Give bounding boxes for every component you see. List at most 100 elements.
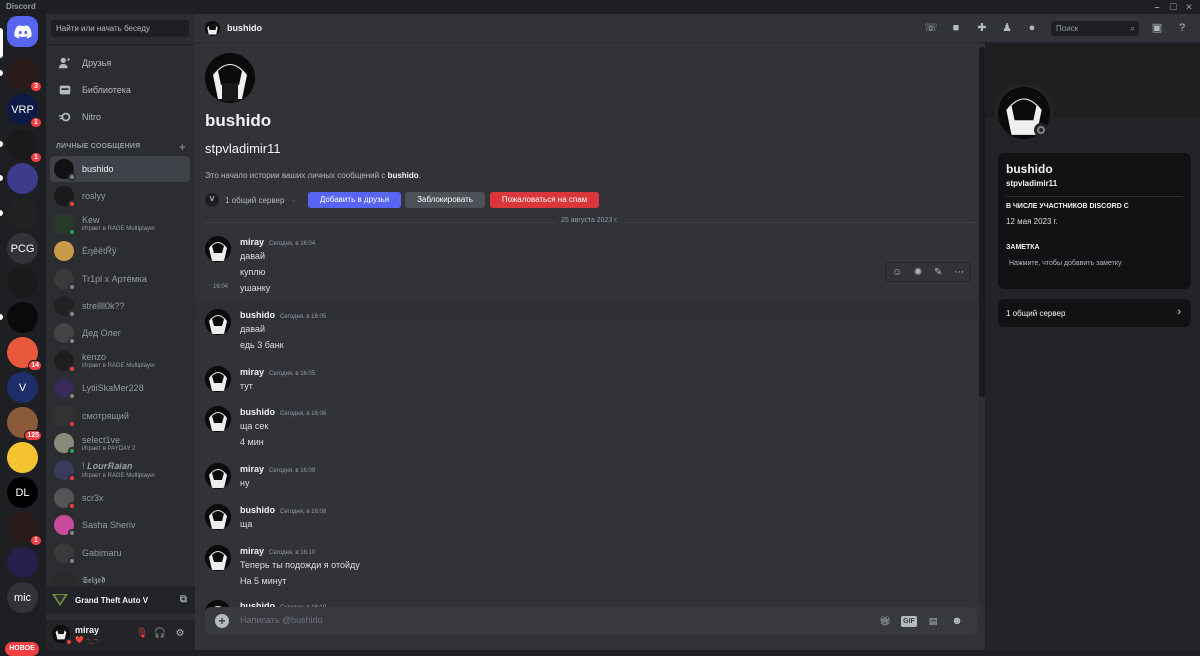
add-friend-button[interactable]: Добавить в друзья (308, 192, 401, 208)
message-author[interactable]: bushido (240, 407, 275, 417)
pinned-messages-icon[interactable]: ✚ (975, 21, 989, 35)
dm-item[interactable]: roslyy (50, 183, 190, 209)
dm-item[interactable]: LytiiSkaMer228 (50, 375, 190, 401)
message-author[interactable]: miray (240, 464, 264, 474)
dm-item[interactable]: strellll0k?? (50, 293, 190, 319)
dm-item[interactable]: scr3x (50, 485, 190, 511)
dm-item[interactable]: ! 𝑳𝒐𝒖𝒓𝑹𝒂𝒊𝒂𝒏 Играет в RAGE Multiplayer (50, 457, 190, 483)
mutual-servers-link[interactable]: V 1 общий сервер • (205, 193, 295, 207)
server-icon[interactable]: PCG (7, 233, 38, 264)
server-icon[interactable] (7, 442, 38, 473)
note-input[interactable]: Нажмите, чтобы добавить заметку (1009, 260, 1122, 267)
dm-item[interactable]: Kew Играет в RAGE Multiplayer (50, 211, 190, 237)
nav-nitro[interactable]: Nitro (51, 105, 190, 129)
settings-gear-icon[interactable]: ⚙ (173, 628, 187, 642)
edit-icon[interactable]: ✎ (934, 267, 942, 278)
server-icon[interactable] (7, 267, 38, 298)
voice-call-icon[interactable]: ☏ (924, 21, 938, 35)
mute-mic-icon[interactable]: 🎙 (135, 628, 149, 642)
profile-mutual-servers[interactable]: 1 общий сервер › (998, 299, 1191, 327)
video-call-icon[interactable]: ■ (949, 21, 963, 35)
user-avatar[interactable] (52, 625, 73, 646)
message-composer[interactable]: + Написать @bushido 🎁︎ GIF ▤ ☻ (205, 607, 977, 635)
message-input[interactable]: Написать @bushido (240, 615, 323, 625)
status-indicator (68, 474, 76, 483)
more-options-icon[interactable]: ⋯ (954, 267, 964, 278)
nav-library[interactable]: Библиотека (51, 78, 190, 102)
server-icon[interactable]: V (7, 372, 38, 403)
sticker-icon[interactable]: ▤ (925, 613, 941, 629)
server-icon[interactable]: 1 (7, 512, 42, 546)
block-button[interactable]: Заблокировать (405, 192, 485, 208)
user-profile-icon[interactable]: ● (1025, 21, 1039, 35)
upload-plus-icon[interactable]: + (215, 614, 229, 628)
server-icon[interactable]: 14 (7, 337, 42, 371)
close-button[interactable]: ✕ (1182, 0, 1196, 14)
dm-item[interactable]: Дед Олег (50, 320, 190, 346)
message-author[interactable]: miray (240, 546, 264, 556)
message-author[interactable]: bushido (240, 505, 275, 515)
server-icon[interactable]: 125 (7, 407, 42, 441)
message-author[interactable]: bushido (240, 310, 275, 320)
message-avatar[interactable] (205, 366, 231, 392)
message-avatar[interactable] (205, 504, 231, 530)
message-avatar[interactable] (205, 236, 231, 262)
find-conversation-button[interactable]: Найти или начать беседу (51, 20, 189, 37)
dm-item[interactable]: kenzo Играет в RAGE Multiplayer (50, 348, 190, 374)
message-avatar[interactable] (205, 463, 231, 489)
discord-logo-icon (13, 24, 32, 38)
add-reaction-icon[interactable]: ☺ (892, 267, 902, 278)
message-author[interactable]: miray (240, 237, 264, 247)
message-timestamp: Сегодня, в 16:08 (280, 509, 327, 515)
dm-item[interactable]: select1ve Играет в PAYDAY 2 (50, 430, 190, 456)
new-badge[interactable]: НОВОЕ (5, 642, 39, 656)
header-avatar[interactable] (205, 21, 220, 36)
server-icon[interactable] (7, 547, 38, 578)
message-avatar[interactable] (205, 545, 231, 571)
dm-item[interactable]: Sasha Sheriv (50, 512, 190, 538)
mention-badge: 14 (28, 360, 42, 371)
home-button[interactable] (7, 16, 38, 47)
server-icon[interactable]: DL (7, 477, 38, 508)
gta-logo-icon (52, 594, 68, 606)
dm-avatar (54, 405, 76, 428)
dm-avatar (54, 350, 76, 373)
dm-avatar (54, 323, 76, 346)
add-friends-to-dm-icon[interactable]: ♟ (1000, 21, 1014, 35)
server-icon[interactable]: VRP 1 (7, 94, 42, 128)
dm-avatar (54, 241, 74, 262)
report-spam-button[interactable]: Пожаловаться на спам (490, 192, 599, 208)
message-timestamp: Сегодня, в 16:08 (269, 468, 316, 474)
maximize-button[interactable]: ☐ (1166, 0, 1180, 14)
server-icon[interactable]: mic (7, 582, 38, 613)
inbox-icon[interactable]: ▣ (1150, 21, 1164, 35)
user-name: miray (75, 625, 100, 635)
message-avatar[interactable] (205, 309, 231, 335)
search-input[interactable]: Поиск ⌕ (1051, 21, 1139, 36)
super-reaction-icon[interactable]: ✺ (914, 267, 922, 278)
nav-friends[interactable]: Друзья (51, 51, 190, 75)
message-author[interactable]: miray (240, 367, 264, 377)
gift-icon[interactable]: 🎁︎ (877, 613, 893, 629)
dm-item[interactable]: Tr1pl x Артёмка (50, 266, 190, 292)
dm-item[interactable]: ÈŋêêtŘÿ (50, 238, 190, 264)
minimize-button[interactable]: – (1150, 0, 1164, 14)
message-avatar[interactable] (205, 406, 231, 432)
server-icon[interactable] (7, 302, 38, 333)
message-text: 4 мин (240, 437, 264, 447)
server-icon[interactable] (7, 163, 38, 194)
dm-item[interactable]: Gabimaru (50, 540, 190, 566)
emoji-icon[interactable]: ☻ (949, 613, 965, 629)
dm-item[interactable]: смотрящий (50, 403, 190, 429)
server-icon[interactable]: 1 (7, 129, 42, 163)
gif-button[interactable]: GIF (901, 616, 917, 627)
screen-share-icon[interactable]: ⧉ (180, 594, 187, 605)
deafen-icon[interactable]: 🎧 (153, 628, 167, 642)
server-icon[interactable] (7, 198, 38, 229)
create-dm-button[interactable]: + (179, 140, 186, 154)
dm-name: смотрящий (82, 410, 129, 421)
help-icon[interactable]: ? (1175, 21, 1189, 35)
activity-panel[interactable]: Grand Theft Auto V ⧉ (46, 586, 195, 614)
dm-item[interactable]: bushido (50, 156, 190, 182)
server-icon[interactable]: 3 (7, 58, 42, 92)
